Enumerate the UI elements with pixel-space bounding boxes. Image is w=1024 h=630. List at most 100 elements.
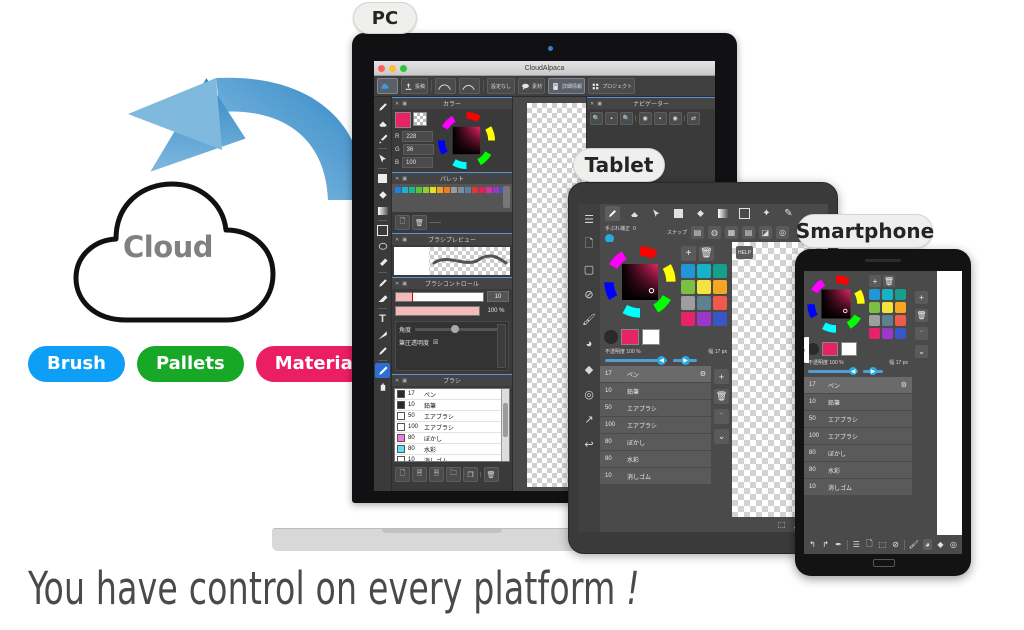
tablet-move-tool[interactable] <box>649 206 664 221</box>
swatch[interactable] <box>869 328 880 339</box>
swatch[interactable] <box>681 264 695 278</box>
edit-brush-button[interactable]: 🗏 <box>429 467 444 482</box>
selection-icon[interactable]: ⬚ <box>878 539 887 550</box>
brush-list-item[interactable]: 100 エアブラシ <box>395 422 509 433</box>
tablet-gradient-tool[interactable] <box>715 206 730 221</box>
swatch[interactable] <box>895 302 906 313</box>
curve-tool-1-button[interactable] <box>435 78 457 94</box>
palette-swatch[interactable] <box>479 187 485 193</box>
brush-list-item[interactable]: 80 ぼかし <box>804 445 912 462</box>
swatch[interactable] <box>697 280 711 294</box>
undo-rail-icon[interactable]: ↩ <box>581 436 597 452</box>
tablet-bucket-tool[interactable] <box>693 206 708 221</box>
brush-list-item[interactable]: 10 鉛筆 <box>804 394 912 411</box>
palette-swatch[interactable] <box>458 187 464 193</box>
tool-gradient[interactable] <box>375 203 390 218</box>
palette-swatch[interactable] <box>430 187 436 193</box>
flip-horizontal-button[interactable]: ⇄ <box>687 112 701 125</box>
file-icon[interactable]: 🗋 <box>865 539 874 550</box>
snap-perspective-icon[interactable]: ◪ <box>759 226 773 239</box>
palette-swatch[interactable] <box>409 187 415 193</box>
brush-opacity-value[interactable]: 100 % <box>483 307 509 316</box>
brush-list-item[interactable]: 17 ペン <box>395 389 509 400</box>
snap-parallel-icon[interactable]: ▤ <box>742 226 756 239</box>
tablet-foreground-swatch[interactable] <box>621 329 639 345</box>
swatch[interactable] <box>713 264 727 278</box>
cloud-sync-button[interactable] <box>377 78 398 94</box>
gear-icon[interactable]: ⚙ <box>700 370 706 378</box>
brush-icon[interactable]: 🖌 <box>909 539 919 550</box>
tablet-pen-tool[interactable] <box>605 206 620 221</box>
detail-info-button[interactable]: 詳細情報 <box>548 78 586 94</box>
no-entry-icon[interactable]: ⊘ <box>581 286 597 302</box>
swatch[interactable] <box>895 315 906 326</box>
feature-pill-brush[interactable]: Brush <box>28 346 125 382</box>
rotate-right-button[interactable]: ◉ <box>668 112 682 125</box>
brush-control-scrollbar[interactable] <box>497 324 506 368</box>
add-swatch-button[interactable]: + <box>681 246 696 261</box>
tool-lasso[interactable] <box>375 239 390 254</box>
smartphone-canvas-area[interactable] <box>937 271 962 535</box>
swatch[interactable] <box>697 264 711 278</box>
snap-grid-icon[interactable]: ▦ <box>725 226 739 239</box>
smartphone-delete-brush-button[interactable]: 🗑 <box>915 309 928 322</box>
color-mix-icon[interactable] <box>604 330 618 344</box>
snap-concentric-icon[interactable]: ◎ <box>776 226 790 239</box>
redo-icon[interactable]: ↱ <box>821 539 830 550</box>
preset-select[interactable]: 設定なし <box>487 78 516 94</box>
pc-brush-list[interactable]: 17 ペン 10 鉛筆 50 エアブラシ 100 エアブラシ 80 ぼかし 80 水彩 10 消しゴム <box>394 388 510 462</box>
swatch[interactable] <box>697 296 711 310</box>
brush-list-item[interactable]: 100 エアブラシ <box>804 428 912 445</box>
settings-rail-icon[interactable]: ◎ <box>581 386 597 402</box>
open-brush-folder-button[interactable]: 🗀 <box>446 467 461 482</box>
smartphone-add-brush-button[interactable]: + <box>915 291 928 304</box>
swatch[interactable] <box>882 289 893 300</box>
tool-pen[interactable] <box>375 99 390 114</box>
angle-slider[interactable] <box>415 325 498 333</box>
palette-swatch[interactable] <box>493 187 499 193</box>
color-wheel[interactable] <box>437 112 495 169</box>
brush-list-item[interactable]: 80 水彩 <box>395 444 509 455</box>
swatch[interactable] <box>713 312 727 326</box>
upload-button[interactable]: 投稿 <box>401 78 429 94</box>
brush-list-item[interactable]: 17 ペン ⚙ <box>600 366 711 383</box>
feature-pill-pallets[interactable]: Pallets <box>136 346 244 382</box>
swatch[interactable] <box>681 312 695 326</box>
tool-text[interactable]: T <box>375 311 390 326</box>
smartphone-color-wheel[interactable] <box>807 275 865 333</box>
palette-swatch[interactable] <box>472 187 478 193</box>
brush-opacity-slider[interactable] <box>395 306 480 316</box>
palette-swatch[interactable] <box>402 187 408 193</box>
brush-list-item[interactable]: 10 鉛筆 <box>600 383 711 400</box>
layers-rail-icon[interactable]: ◆ <box>581 361 597 377</box>
tool-bucket[interactable] <box>375 187 390 202</box>
snap-radial-icon[interactable]: ◍ <box>708 226 722 239</box>
palette-swatch-strip[interactable] <box>392 184 509 212</box>
b-input[interactable]: 100 <box>402 157 434 168</box>
tablet-color-wheel[interactable] <box>604 246 676 318</box>
palette-swatch[interactable] <box>444 187 450 193</box>
tool-rect-select[interactable] <box>375 223 390 238</box>
brush-list-item[interactable]: 10 消しゴム <box>600 468 711 485</box>
file-icon[interactable]: 🗋 <box>581 236 597 252</box>
tool-pen-2[interactable] <box>375 275 390 290</box>
copy-brush-button[interactable]: ❐ <box>463 467 478 482</box>
tool-brush[interactable] <box>375 131 390 146</box>
tool-move-arrow[interactable] <box>375 327 390 342</box>
tablet-delete-brush-button[interactable]: 🗑 <box>714 389 729 404</box>
swatch[interactable] <box>697 312 711 326</box>
pressure-opacity-checkbox[interactable]: ☒ <box>433 339 438 346</box>
swatch[interactable] <box>895 328 906 339</box>
brush-list-item[interactable]: 50 エアブラシ <box>600 400 711 417</box>
tablet-eraser-tool[interactable] <box>627 206 642 221</box>
smartphone-move-brush-down-button[interactable]: ⌄ <box>915 345 928 358</box>
tool-pencil[interactable] <box>375 343 390 358</box>
tablet-width-slider[interactable]: ▶ <box>673 356 697 365</box>
r-input[interactable]: 228 <box>402 131 434 142</box>
palette-swatch[interactable] <box>416 187 422 193</box>
delete-palette-button[interactable]: 🗑 <box>412 215 427 230</box>
tablet-move-brush-down-button[interactable]: ⌄ <box>714 429 729 444</box>
delete-brush-button[interactable]: 🗑 <box>483 467 499 482</box>
brush-list-item[interactable]: 50 エアブラシ <box>395 411 509 422</box>
smartphone-opacity-slider[interactable]: ◀ <box>808 367 858 375</box>
